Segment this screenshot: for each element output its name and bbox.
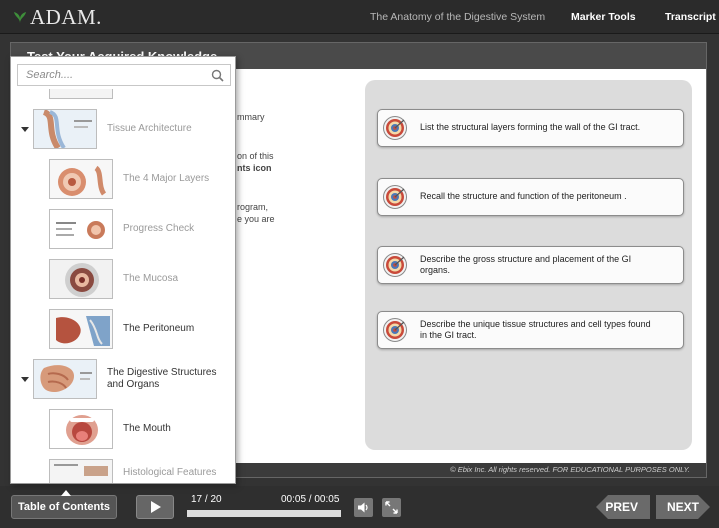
toc-thumbnail	[49, 259, 113, 299]
progress-bar[interactable]	[187, 510, 341, 517]
toc-item-4-major-layers[interactable]: The 4 Major Layers	[11, 159, 235, 201]
toc-section-tissue-architecture[interactable]: Tissue Architecture	[11, 109, 235, 151]
toc-item-mucosa[interactable]: The Mucosa	[11, 259, 235, 301]
toc-item-histological-features[interactable]: Histological Features	[11, 459, 235, 483]
page-counter: 17 / 20	[191, 494, 222, 505]
objective-text: Describe the gross structure and placeme…	[420, 253, 632, 276]
adam-logo: ADAM.	[12, 5, 102, 29]
toc-item-peritoneum[interactable]: The Peritoneum	[11, 309, 235, 351]
toc-label: The Peritoneum	[123, 323, 195, 334]
time-readout: 00:05 / 00:05	[281, 494, 340, 505]
player-controls: Table of Contents 17 / 20 00:05 / 00:05 …	[0, 486, 719, 528]
play-icon	[150, 501, 161, 513]
app-window: ADAM. The Anatomy of the Digestive Syste…	[0, 0, 719, 528]
toc-thumbnail	[33, 109, 97, 149]
toc-label: Histological Features	[123, 467, 217, 478]
body-text-fragment: rogram,	[237, 202, 269, 212]
objective-item[interactable]: Describe the gross structure and placeme…	[377, 246, 684, 284]
toc-thumbnail	[49, 209, 113, 249]
toc-label: The 4 Major Layers	[123, 173, 210, 184]
objectives-panel: List the structural layers forming the w…	[365, 80, 692, 450]
toc-thumbnail	[33, 359, 97, 399]
leaf-icon	[14, 12, 26, 23]
toc-thumbnail	[49, 159, 113, 199]
toc-section-digestive-structures[interactable]: The Digestive Structures and Organs	[11, 359, 235, 401]
objective-text: List the structural layers forming the w…	[420, 122, 641, 133]
target-icon	[383, 116, 407, 140]
target-icon	[383, 253, 407, 277]
toc-thumbnail	[49, 459, 113, 483]
table-of-contents-button[interactable]: Table of Contents	[11, 490, 117, 519]
toc-thumbnail-partial	[49, 89, 113, 99]
body-text-fragment: nts icon	[237, 163, 272, 173]
toc-label: The Mucosa	[123, 273, 179, 284]
toc-item-mouth[interactable]: The Mouth	[11, 409, 235, 451]
caret-down-icon[interactable]	[21, 377, 29, 382]
toc-panel: Tissue Architecture The 4 Major Layers	[10, 56, 236, 484]
body-text-fragment: e you are	[237, 214, 275, 224]
marker-tools-button[interactable]: Marker Tools	[571, 11, 636, 23]
play-button[interactable]	[136, 495, 174, 519]
caret-down-icon[interactable]	[21, 127, 29, 132]
toc-thumbnail	[49, 309, 113, 349]
volume-button[interactable]	[354, 498, 373, 517]
logo-text: ADAM.	[30, 4, 102, 29]
prev-button[interactable]: PREV	[596, 495, 650, 519]
top-bar: ADAM. The Anatomy of the Digestive Syste…	[0, 0, 719, 34]
toc-label: The Digestive Structures and Organs	[107, 367, 217, 390]
toc-label: The Mouth	[123, 423, 171, 434]
toc-item-progress-check[interactable]: Progress Check	[11, 209, 235, 251]
objective-item[interactable]: List the structural layers forming the w…	[377, 109, 684, 147]
objective-text: Describe the unique tissue structures an…	[420, 318, 651, 341]
body-text-fragment: mmary	[237, 112, 265, 122]
objective-text: Recall the structure and function of the…	[420, 191, 627, 202]
search-icon[interactable]	[211, 69, 224, 82]
toc-label: Progress Check	[123, 223, 195, 234]
fullscreen-button[interactable]	[382, 498, 401, 517]
expand-icon	[385, 501, 398, 514]
toc-thumbnail	[49, 409, 113, 449]
target-icon	[383, 318, 407, 342]
body-text-fragment: on of this	[237, 151, 274, 161]
progress-fill	[187, 510, 341, 517]
toc-label: Tissue Architecture	[107, 123, 192, 134]
objective-item[interactable]: Describe the unique tissue structures an…	[377, 311, 684, 349]
objective-item[interactable]: Recall the structure and function of the…	[377, 178, 684, 216]
search-input[interactable]	[18, 65, 208, 85]
transcript-button[interactable]: Transcript	[665, 11, 716, 23]
speaker-icon	[358, 502, 368, 513]
next-button[interactable]: NEXT	[656, 495, 710, 519]
course-title: The Anatomy of the Digestive System	[370, 11, 546, 23]
target-icon	[383, 185, 407, 209]
toc-search	[17, 64, 231, 86]
